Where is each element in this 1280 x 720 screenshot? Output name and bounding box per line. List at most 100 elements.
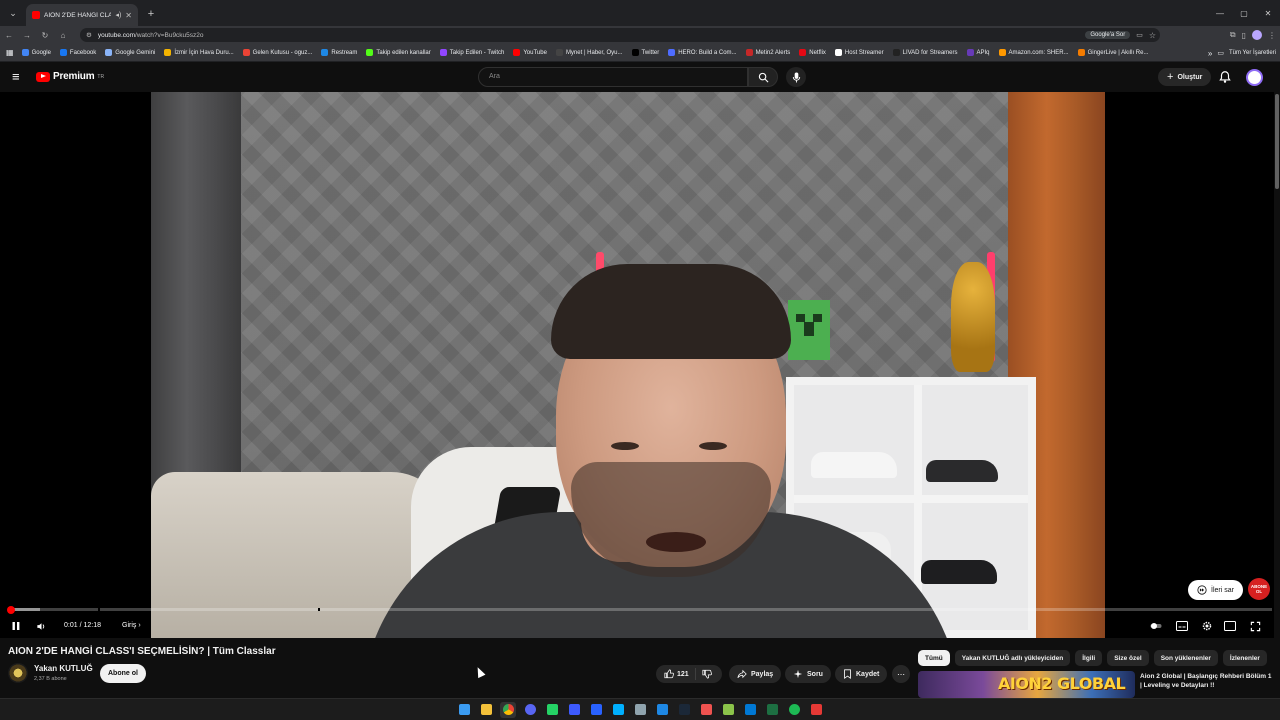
- google-sor-button[interactable]: Google'a Sor: [1085, 31, 1131, 39]
- save-button[interactable]: Kaydet: [835, 665, 888, 683]
- profile-avatar[interactable]: [1252, 30, 1262, 40]
- subscribe-watermark[interactable]: ABONE OL: [1248, 578, 1270, 600]
- bookmark-item[interactable]: Amazon.com: SHER...: [998, 49, 1069, 56]
- search-input[interactable]: Ara: [478, 67, 748, 87]
- bookmark-item[interactable]: Google Gemini: [105, 49, 155, 56]
- fullscreen-button[interactable]: [1247, 618, 1263, 634]
- bookmark-item[interactable]: Gelen Kutusu - oguz...: [242, 49, 312, 56]
- filter-chip[interactable]: Size özel: [1107, 650, 1149, 666]
- site-info-icon[interactable]: ⚙: [86, 31, 92, 39]
- whatsapp-icon[interactable]: [544, 702, 560, 718]
- bookmark-item[interactable]: LIVAD for Streamers: [892, 49, 958, 56]
- dislike-button[interactable]: [696, 669, 712, 679]
- bookmark-item[interactable]: Twitter: [631, 49, 659, 56]
- page-scrollbar[interactable]: [1274, 92, 1280, 698]
- cast-icon[interactable]: ▭: [1136, 31, 1143, 39]
- bookmark-item[interactable]: Restream: [321, 49, 357, 56]
- video-frame[interactable]: [151, 92, 1105, 638]
- user-avatar[interactable]: [1246, 69, 1263, 86]
- more-bookmarks-icon[interactable]: »: [1208, 49, 1212, 58]
- bookmark-item[interactable]: HERO: Build a Com...: [668, 49, 737, 56]
- close-window-icon[interactable]: ✕: [1256, 0, 1280, 26]
- excel-icon[interactable]: [764, 702, 780, 718]
- forward-icon[interactable]: →: [18, 26, 36, 44]
- skip-ahead-button[interactable]: İleri sar: [1188, 580, 1243, 600]
- new-tab-icon[interactable]: +: [142, 5, 160, 23]
- voice-search-button[interactable]: [786, 67, 806, 87]
- sidepanel-icon[interactable]: ▯: [1242, 31, 1246, 40]
- settings-button[interactable]: [1199, 618, 1215, 634]
- scrollbar-thumb[interactable]: [1275, 94, 1279, 189]
- bookmark-item[interactable]: GingerLive | Akıllı Re...: [1077, 49, 1148, 56]
- menu-dots-icon[interactable]: ⋮: [1268, 31, 1276, 40]
- notifications-button[interactable]: [1218, 70, 1232, 84]
- channel-avatar[interactable]: [8, 663, 28, 683]
- subscribe-button[interactable]: Abone ol: [100, 664, 146, 683]
- ask-button[interactable]: Soru: [785, 665, 831, 683]
- all-bookmarks-label[interactable]: Tüm Yer İşaretleri: [1229, 50, 1276, 56]
- bookmark-item[interactable]: Takip edilen kanallar: [366, 49, 431, 56]
- notepad-icon[interactable]: [720, 702, 736, 718]
- filter-chip[interactable]: Yakan KUTLUĞ adlı yükleyiciden: [954, 650, 1071, 666]
- youtube-logo[interactable]: Premium TR: [36, 71, 104, 82]
- bookmark-item[interactable]: Takip Edilen - Twitch: [439, 49, 504, 56]
- app-icon-4[interactable]: [632, 702, 648, 718]
- speaker-icon[interactable]: ◂): [115, 11, 121, 19]
- app-icon-1[interactable]: [566, 702, 582, 718]
- bookmark-item[interactable]: APIq: [966, 49, 990, 56]
- bookmark-item[interactable]: İzmir İçin Hava Duru...: [164, 49, 234, 56]
- recommended-video-title[interactable]: Aion 2 Global | Başlangıç Rehberi Bölüm …: [1140, 672, 1272, 690]
- bookmark-item[interactable]: Metin2 Alerts: [745, 49, 790, 56]
- channel-name[interactable]: Yakan KUTLUĞ: [34, 664, 93, 673]
- bookmark-item[interactable]: Host Streamer: [834, 49, 884, 56]
- discord-icon[interactable]: [522, 702, 538, 718]
- home-icon[interactable]: ⌂: [54, 26, 72, 44]
- back-icon[interactable]: ←: [0, 26, 18, 44]
- chrome-icon[interactable]: [500, 701, 516, 718]
- app-icon-3[interactable]: [610, 702, 626, 718]
- bookmark-item[interactable]: Google: [21, 49, 51, 56]
- filter-chip[interactable]: Son yüklenenler: [1153, 650, 1218, 666]
- spotify-icon[interactable]: [786, 702, 802, 718]
- windows-start-icon[interactable]: [456, 702, 472, 718]
- maximize-icon[interactable]: ▢: [1232, 0, 1256, 26]
- subtitles-button[interactable]: [1174, 618, 1190, 634]
- more-actions-button[interactable]: ⋯: [892, 665, 910, 683]
- autoplay-toggle[interactable]: [1148, 618, 1164, 634]
- theater-mode-button[interactable]: [1222, 618, 1238, 634]
- app-icon-5[interactable]: [698, 702, 714, 718]
- minimize-icon[interactable]: —: [1208, 0, 1232, 26]
- bookmark-item[interactable]: YouTube: [513, 49, 547, 56]
- share-button[interactable]: Paylaş: [729, 665, 782, 683]
- edge-icon[interactable]: [654, 702, 670, 718]
- outlook-icon[interactable]: [742, 702, 758, 718]
- apps-grid-icon[interactable]: ▦: [6, 48, 14, 57]
- filter-chip[interactable]: Tümü: [918, 650, 950, 666]
- app-icon-6[interactable]: [808, 702, 824, 718]
- bookmark-item[interactable]: Netflix: [799, 49, 826, 56]
- filter-chip[interactable]: İzlenenler: [1222, 650, 1267, 666]
- progress-bar[interactable]: [6, 605, 1272, 614]
- volume-button[interactable]: [33, 618, 49, 634]
- app-icon-2[interactable]: [588, 702, 604, 718]
- filter-chip[interactable]: İlgili: [1075, 650, 1103, 666]
- tab-close-icon[interactable]: ✕: [125, 11, 132, 20]
- reload-icon[interactable]: ↻: [36, 26, 54, 44]
- url-input[interactable]: ⚙ youtube.com/watch?v=Bu9cku5sz2o Google…: [80, 28, 1160, 42]
- tab-search-icon[interactable]: ⌄: [3, 3, 23, 23]
- hamburger-menu-icon[interactable]: ≡: [12, 70, 26, 84]
- bookmark-item[interactable]: Facebook: [59, 49, 96, 56]
- chapter-button[interactable]: Giriş ›: [122, 622, 141, 629]
- recommended-video-thumbnail[interactable]: AION2 GLOBAL: [918, 671, 1135, 698]
- like-button[interactable]: 121: [656, 668, 696, 680]
- bookmark-star-icon[interactable]: ☆: [1149, 31, 1156, 40]
- bookmark-item[interactable]: Mynet | Haber, Oyu...: [555, 49, 623, 56]
- file-explorer-icon[interactable]: [478, 702, 494, 718]
- pause-button[interactable]: [8, 618, 24, 634]
- extensions-icon[interactable]: ⧉: [1230, 30, 1236, 40]
- steam-icon[interactable]: [676, 702, 692, 718]
- browser-tab-active[interactable]: AION 2'DE HANGİ CLASS'I ◂) ✕: [26, 4, 138, 26]
- progress-scrubber[interactable]: [6, 605, 15, 614]
- search-button[interactable]: [748, 67, 778, 87]
- video-player[interactable]: İleri sar ABONE OL 0:01 / 12:18 Giriş ›: [0, 92, 1280, 638]
